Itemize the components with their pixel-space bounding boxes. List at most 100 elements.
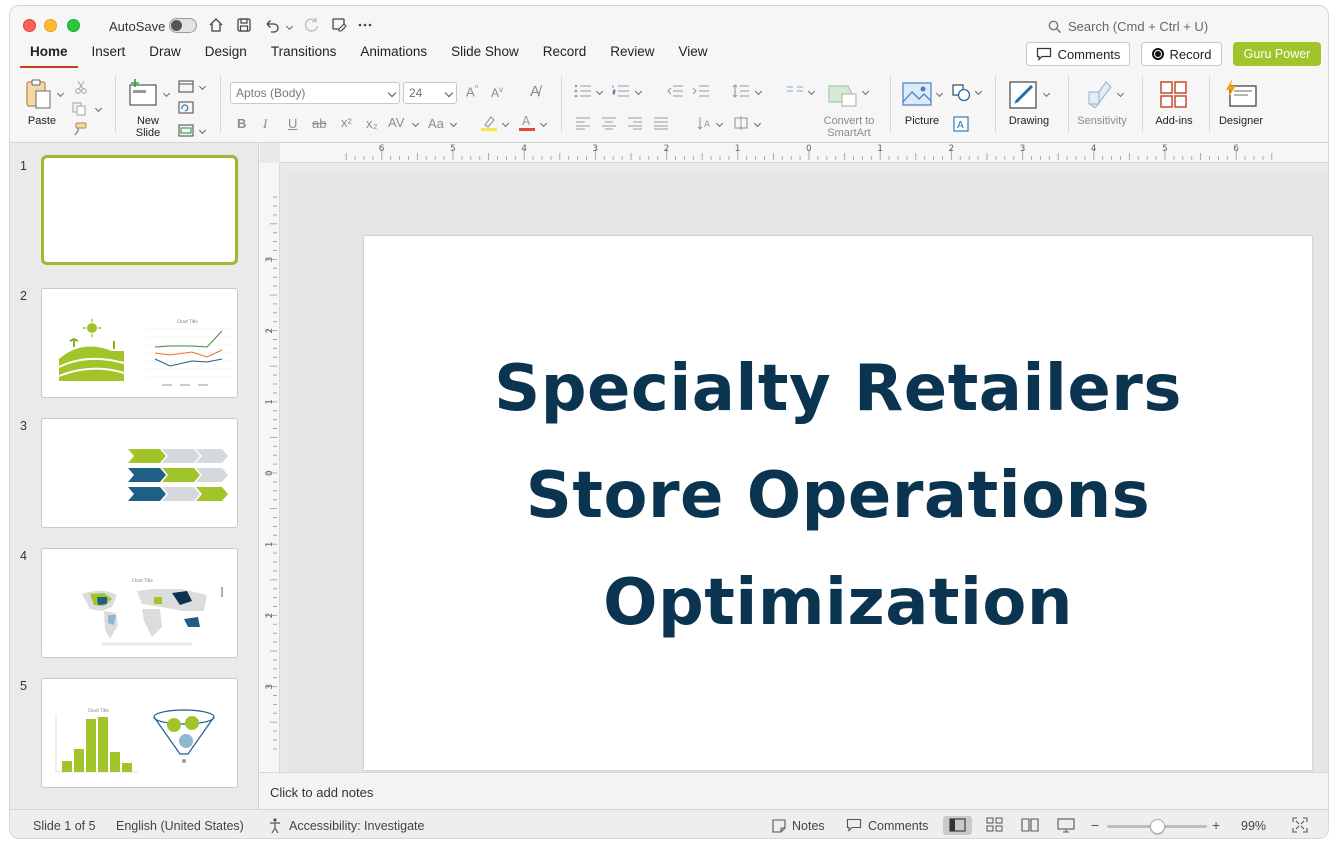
bold-icon[interactable]: B bbox=[237, 116, 246, 131]
tab-design[interactable]: Design bbox=[195, 44, 257, 68]
smartart-icon[interactable] bbox=[828, 82, 858, 108]
tab-home[interactable]: Home bbox=[20, 44, 78, 68]
slide-title[interactable]: Specialty Retailers Store Operations Opt… bbox=[364, 336, 1312, 657]
new-slide-icon[interactable] bbox=[127, 78, 159, 108]
picture-icon[interactable] bbox=[901, 80, 933, 108]
copy-icon[interactable] bbox=[72, 102, 88, 116]
zoom-out-button[interactable]: − bbox=[1091, 817, 1099, 833]
close-window-button[interactable] bbox=[23, 19, 36, 32]
text-direction-icon[interactable]: A bbox=[696, 115, 712, 131]
sensitivity-dropdown-icon[interactable] bbox=[1116, 89, 1125, 98]
home-icon[interactable] bbox=[207, 16, 225, 34]
copy-dropdown-icon[interactable] bbox=[94, 104, 103, 113]
drawing-icon[interactable] bbox=[1008, 78, 1040, 110]
slide-thumbnail-1[interactable] bbox=[41, 155, 238, 265]
layout-dropdown-icon[interactable] bbox=[198, 82, 207, 91]
smartart-dropdown-icon[interactable] bbox=[861, 87, 870, 96]
shapes-icon[interactable] bbox=[952, 84, 972, 102]
tab-animations[interactable]: Animations bbox=[350, 44, 437, 68]
align-text-icon[interactable] bbox=[733, 115, 749, 131]
clear-formatting-icon[interactable]: A̸ bbox=[530, 83, 540, 100]
slide-thumbnail-2[interactable]: Chart Title bbox=[41, 288, 238, 398]
accessibility-status[interactable]: Accessibility: Investigate bbox=[289, 819, 424, 833]
font-color-dropdown-icon[interactable] bbox=[539, 119, 548, 128]
align-left-icon[interactable] bbox=[575, 116, 591, 130]
tab-transitions[interactable]: Transitions bbox=[261, 44, 347, 68]
tab-draw[interactable]: Draw bbox=[139, 44, 191, 68]
comments-button[interactable]: Comments bbox=[1026, 42, 1130, 66]
underline-icon[interactable]: U bbox=[288, 116, 297, 131]
comments-toggle[interactable]: Comments bbox=[868, 819, 928, 833]
minimize-window-button[interactable] bbox=[44, 19, 57, 32]
search-box[interactable]: Search (Cmd + Ctrl + U) bbox=[1048, 19, 1208, 34]
add-ins-icon[interactable] bbox=[1159, 80, 1189, 110]
guru-power-button[interactable]: Guru Power bbox=[1233, 42, 1321, 66]
paste-icon[interactable] bbox=[24, 78, 54, 110]
accessibility-icon[interactable] bbox=[267, 817, 283, 834]
italic-icon[interactable]: I bbox=[263, 116, 267, 132]
new-slide-dropdown-icon[interactable] bbox=[162, 89, 171, 98]
text-direction-dropdown-icon[interactable] bbox=[715, 119, 724, 128]
columns-icon[interactable] bbox=[786, 84, 804, 98]
align-text-dropdown-icon[interactable] bbox=[753, 119, 762, 128]
undo-icon[interactable] bbox=[263, 16, 281, 34]
tab-insert[interactable]: Insert bbox=[82, 44, 136, 68]
align-center-icon[interactable] bbox=[601, 116, 617, 130]
superscript-icon[interactable]: x² bbox=[341, 115, 352, 130]
columns-dropdown-icon[interactable] bbox=[807, 87, 816, 96]
section-icon[interactable] bbox=[178, 124, 194, 137]
character-spacing-dropdown-icon[interactable] bbox=[411, 119, 420, 128]
decrease-indent-icon[interactable] bbox=[666, 84, 684, 98]
save-icon[interactable] bbox=[235, 16, 253, 34]
designer-icon[interactable] bbox=[1224, 78, 1258, 110]
align-right-icon[interactable] bbox=[627, 116, 643, 130]
tab-record[interactable]: Record bbox=[533, 44, 597, 68]
notes-toggle[interactable]: Notes bbox=[792, 819, 825, 833]
strikethrough-icon[interactable]: ab bbox=[312, 116, 326, 131]
text-box-icon[interactable]: A bbox=[953, 116, 969, 132]
shapes-dropdown-icon[interactable] bbox=[974, 87, 983, 96]
highlight-icon[interactable] bbox=[480, 114, 498, 132]
format-painter-icon[interactable] bbox=[72, 122, 88, 136]
slide-thumbnail-pane[interactable]: 1 2 Chart Title 3 4 Chart Title 5 Chart … bbox=[10, 142, 259, 809]
presenter-icon[interactable] bbox=[330, 16, 348, 34]
zoom-level[interactable]: 99% bbox=[1241, 819, 1266, 833]
slide-thumbnail-3[interactable] bbox=[41, 418, 238, 528]
zoom-slider[interactable] bbox=[1107, 819, 1207, 834]
notes-pane[interactable]: Click to add notes bbox=[260, 772, 1328, 809]
tab-slide-show[interactable]: Slide Show bbox=[441, 44, 529, 68]
subscript-icon[interactable]: x₂ bbox=[366, 116, 378, 131]
normal-view-button[interactable] bbox=[943, 816, 972, 835]
font-name-dropdown[interactable]: Aptos (Body) bbox=[230, 82, 400, 104]
justify-icon[interactable] bbox=[653, 116, 669, 130]
zoom-slider-thumb[interactable] bbox=[1149, 819, 1165, 834]
fit-to-window-icon[interactable] bbox=[1292, 817, 1308, 833]
autosave-toggle[interactable] bbox=[169, 18, 197, 33]
numbering-icon[interactable] bbox=[612, 84, 630, 98]
layout-icon[interactable] bbox=[178, 80, 194, 93]
line-spacing-icon[interactable] bbox=[732, 84, 750, 98]
language-indicator[interactable]: English (United States) bbox=[116, 819, 244, 833]
current-slide[interactable]: Specialty Retailers Store Operations Opt… bbox=[364, 236, 1312, 770]
undo-dropdown-icon[interactable] bbox=[285, 22, 294, 31]
reset-slide-icon[interactable] bbox=[178, 101, 194, 114]
cut-icon[interactable] bbox=[74, 80, 88, 94]
numbering-dropdown-icon[interactable] bbox=[634, 87, 643, 96]
redo-icon[interactable] bbox=[303, 16, 321, 34]
highlight-dropdown-icon[interactable] bbox=[501, 119, 510, 128]
slide-thumbnail-5[interactable]: Chart Title bbox=[41, 678, 238, 788]
character-spacing-icon[interactable]: AV bbox=[388, 115, 404, 130]
font-color-icon[interactable]: A bbox=[518, 114, 536, 132]
increase-indent-icon[interactable] bbox=[692, 84, 710, 98]
picture-dropdown-icon[interactable] bbox=[935, 89, 944, 98]
slide-show-icon[interactable] bbox=[1057, 817, 1075, 833]
bullets-icon[interactable] bbox=[574, 84, 592, 98]
paste-dropdown-icon[interactable] bbox=[56, 89, 65, 98]
zoom-window-button[interactable] bbox=[67, 19, 80, 32]
line-spacing-dropdown-icon[interactable] bbox=[754, 87, 763, 96]
increase-font-size-icon[interactable]: A^ bbox=[466, 84, 478, 99]
section-dropdown-icon[interactable] bbox=[198, 126, 207, 135]
slide-thumbnail-4[interactable]: Chart Title bbox=[41, 548, 238, 658]
record-button[interactable]: Record bbox=[1141, 42, 1222, 66]
reading-view-icon[interactable] bbox=[1021, 817, 1039, 833]
